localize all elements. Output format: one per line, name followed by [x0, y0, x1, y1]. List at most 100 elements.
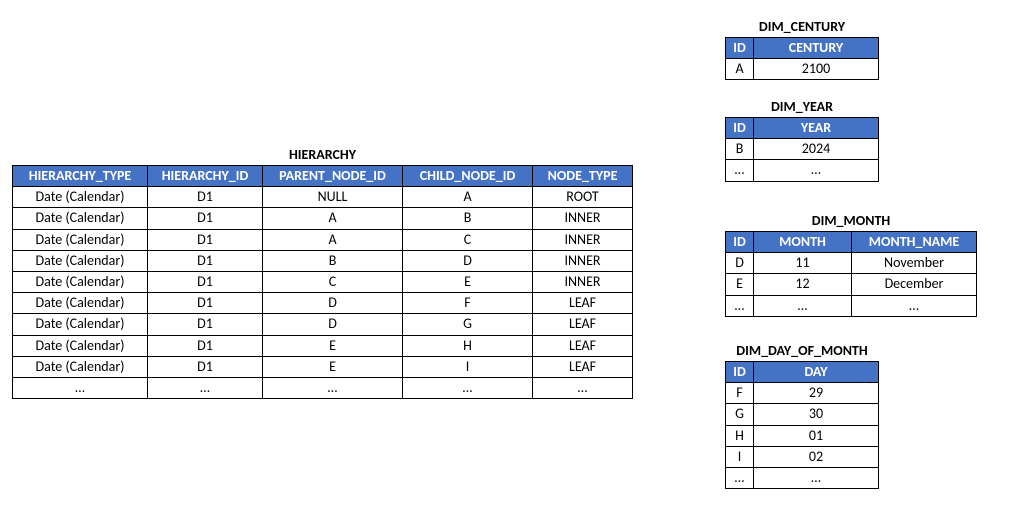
table-cell: 11 [754, 253, 852, 274]
table-cell: December [852, 274, 977, 295]
table-cell: E [263, 356, 403, 377]
table-cell: D1 [148, 187, 263, 208]
table-row: Date (Calendar)D1ACINNER [13, 229, 633, 250]
table-row: F29 [726, 383, 879, 404]
table-cell: G [726, 404, 754, 425]
table-row: G30 [726, 404, 879, 425]
col-month-name: MONTH_NAME [852, 232, 977, 253]
table-cell: B [403, 208, 533, 229]
table-cell: … [726, 160, 754, 181]
table-cell: C [263, 271, 403, 292]
table-cell: Date (Calendar) [13, 335, 148, 356]
table-row: …………… [13, 377, 633, 398]
table-cell: E [403, 271, 533, 292]
table-cell: Date (Calendar) [13, 356, 148, 377]
table-cell: A [263, 229, 403, 250]
table-cell: Date (Calendar) [13, 271, 148, 292]
table-row: …… [726, 467, 879, 488]
table-cell: D1 [148, 293, 263, 314]
col-year: YEAR [754, 118, 879, 139]
col-day: DAY [754, 362, 879, 383]
table-cell: I [403, 356, 533, 377]
table-cell: LEAF [533, 314, 633, 335]
hierarchy-header-row: HIERARCHY_TYPE HIERARCHY_ID PARENT_NODE_… [13, 166, 633, 187]
table-cell: F [726, 383, 754, 404]
day-header-row: ID DAY [726, 362, 879, 383]
table-cell: 02 [754, 446, 879, 467]
table-cell: B [263, 250, 403, 271]
table-cell: D1 [148, 250, 263, 271]
table-row: A2100 [726, 59, 879, 80]
table-row: Date (Calendar)D1NULLAROOT [13, 187, 633, 208]
table-cell: … [852, 295, 977, 316]
table-cell: E [263, 335, 403, 356]
table-cell: D1 [148, 314, 263, 335]
table-cell: 30 [754, 404, 879, 425]
table-cell: 2100 [754, 59, 879, 80]
dim-century-table: ID CENTURY A2100 [725, 37, 879, 80]
table-cell: D1 [148, 356, 263, 377]
year-header-row: ID YEAR [726, 118, 879, 139]
col-hierarchy-id: HIERARCHY_ID [148, 166, 263, 187]
table-row: Date (Calendar)D1CEINNER [13, 271, 633, 292]
dim-day-table: ID DAY F29G30H01I02…… [725, 361, 879, 489]
dim-month-title: DIM_MONTH [725, 212, 977, 229]
table-cell: E [726, 274, 754, 295]
table-cell: H [403, 335, 533, 356]
table-cell: … [148, 377, 263, 398]
table-row: E12December [726, 274, 977, 295]
table-row: Date (Calendar)D1BDINNER [13, 250, 633, 271]
table-cell: INNER [533, 250, 633, 271]
table-cell: INNER [533, 208, 633, 229]
hierarchy-table: HIERARCHY_TYPE HIERARCHY_ID PARENT_NODE_… [12, 165, 633, 399]
table-cell: G [403, 314, 533, 335]
table-cell: D1 [148, 335, 263, 356]
table-row: H01 [726, 425, 879, 446]
table-cell: Date (Calendar) [13, 187, 148, 208]
col-month: MONTH [754, 232, 852, 253]
table-cell: LEAF [533, 356, 633, 377]
hierarchy-title: HIERARCHY [12, 146, 633, 163]
table-cell: … [263, 377, 403, 398]
table-cell: 29 [754, 383, 879, 404]
table-cell: H [726, 425, 754, 446]
table-cell: D [263, 314, 403, 335]
table-cell: I [726, 446, 754, 467]
table-row: Date (Calendar)D1EHLEAF [13, 335, 633, 356]
table-row: ……… [726, 295, 977, 316]
dim-year-block: DIM_YEAR ID YEAR B2024…… [725, 98, 879, 182]
table-row: …… [726, 160, 879, 181]
col-node-type: NODE_TYPE [533, 166, 633, 187]
table-cell: C [403, 229, 533, 250]
table-cell: LEAF [533, 335, 633, 356]
table-cell: INNER [533, 229, 633, 250]
table-cell: NULL [263, 187, 403, 208]
table-cell: Date (Calendar) [13, 250, 148, 271]
col-child-node-id: CHILD_NODE_ID [403, 166, 533, 187]
dim-month-block: DIM_MONTH ID MONTH MONTH_NAME D11Novembe… [725, 212, 977, 317]
table-row: Date (Calendar)D1DFLEAF [13, 293, 633, 314]
table-cell: 2024 [754, 139, 879, 160]
table-cell: 01 [754, 425, 879, 446]
table-cell: D [726, 253, 754, 274]
table-cell: … [726, 295, 754, 316]
table-cell: D [263, 293, 403, 314]
table-cell: D1 [148, 271, 263, 292]
col-century: CENTURY [754, 38, 879, 59]
month-header-row: ID MONTH MONTH_NAME [726, 232, 977, 253]
table-cell: LEAF [533, 293, 633, 314]
table-cell: … [403, 377, 533, 398]
dim-year-table: ID YEAR B2024…… [725, 117, 879, 182]
table-cell: B [726, 139, 754, 160]
table-cell: Date (Calendar) [13, 229, 148, 250]
table-cell: A [403, 187, 533, 208]
table-cell: Date (Calendar) [13, 293, 148, 314]
dim-century-block: DIM_CENTURY ID CENTURY A2100 [725, 18, 879, 80]
hierarchy-table-block: HIERARCHY HIERARCHY_TYPE HIERARCHY_ID PA… [12, 146, 633, 399]
table-cell: ROOT [533, 187, 633, 208]
table-cell: … [754, 295, 852, 316]
table-row: I02 [726, 446, 879, 467]
table-cell: F [403, 293, 533, 314]
table-row: Date (Calendar)D1ABINNER [13, 208, 633, 229]
dim-month-table: ID MONTH MONTH_NAME D11NovemberE12Decemb… [725, 231, 977, 317]
